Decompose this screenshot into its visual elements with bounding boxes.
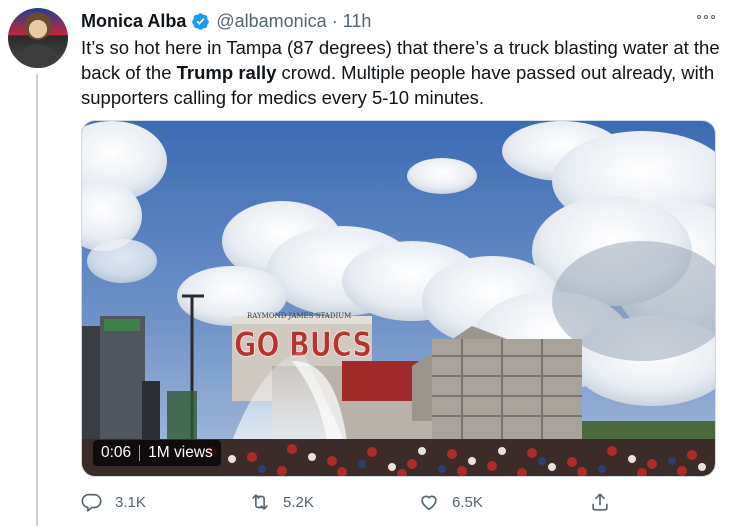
tweet-text: It’s so hot here in Tampa (87 degrees) t… [81, 35, 721, 110]
like-button[interactable]: 6.5K [418, 491, 483, 513]
video-frame: RAYMOND JAMES STADIUM GO BUCS [82, 121, 715, 476]
author-handle[interactable]: @albamonica [216, 11, 326, 32]
retweet-icon [252, 494, 268, 510]
video-duration: 0:06 [101, 444, 132, 461]
more-dot [711, 15, 715, 19]
avatar-figure [18, 44, 58, 68]
video-info-badge: 0:06 1M views [93, 440, 221, 466]
tweet-timestamp[interactable]: 11h [343, 11, 372, 32]
share-button[interactable] [589, 491, 623, 513]
stadium-sign: RAYMOND JAMES STADIUM [247, 312, 351, 320]
retweet-count: 5.2K [283, 493, 314, 511]
author-name[interactable]: Monica Alba [81, 11, 186, 32]
video-player[interactable]: RAYMOND JAMES STADIUM GO BUCS 0:06 1M vi… [81, 120, 716, 477]
share-icon [592, 493, 608, 511]
reply-icon [81, 493, 102, 512]
more-dot [697, 15, 701, 19]
retweet-button[interactable]: 5.2K [249, 491, 314, 513]
avatar[interactable] [8, 8, 68, 68]
tweet-actions: 3.1K 5.2K 6.5K [81, 489, 621, 515]
tweet-text-bold: Trump rally [176, 62, 277, 83]
badge-divider [139, 445, 141, 461]
header-separator: · [331, 10, 338, 31]
more-dot [704, 15, 708, 19]
more-options-icon[interactable] [696, 12, 716, 22]
thread-line [36, 74, 38, 526]
heart-icon [421, 495, 437, 511]
tweet-header: Monica Alba @albamonica · 11h [81, 9, 719, 33]
video-views: 1M views [148, 444, 213, 461]
like-count: 6.5K [452, 493, 483, 511]
reply-button[interactable]: 3.1K [81, 491, 146, 513]
verified-badge-icon [191, 12, 210, 31]
reply-count: 3.1K [115, 493, 146, 511]
